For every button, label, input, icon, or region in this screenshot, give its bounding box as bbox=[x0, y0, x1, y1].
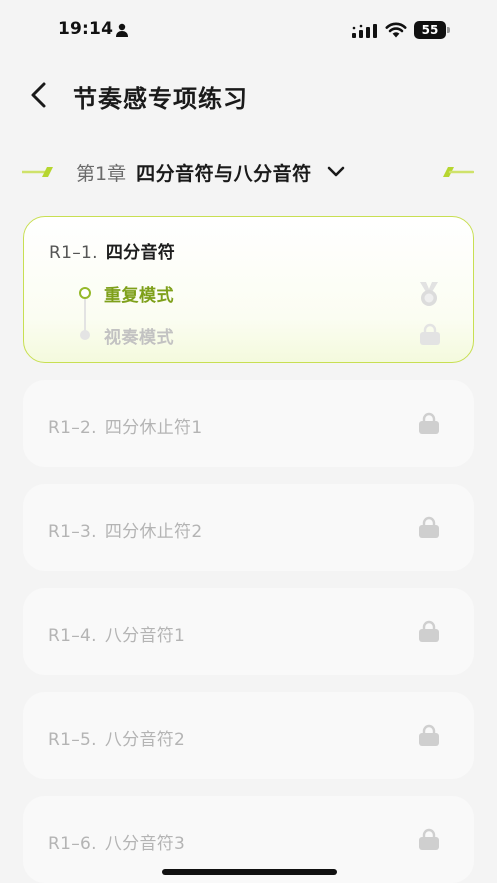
lesson-card-r1-4[interactable]: R1–4. 八分音符1 bbox=[23, 588, 474, 675]
lesson-code: R1–3. bbox=[48, 522, 97, 542]
lesson-code: R1–4. bbox=[48, 626, 97, 646]
person-icon bbox=[116, 23, 128, 37]
lock-icon bbox=[419, 516, 439, 538]
lesson-name: 四分音符 bbox=[105, 243, 176, 263]
lock-icon bbox=[419, 412, 439, 434]
lesson-title: R1–5. 八分音符2 bbox=[48, 725, 185, 750]
battery-icon: 55 bbox=[414, 21, 450, 39]
lesson-code: R1–5. bbox=[48, 730, 97, 750]
lesson-title: R1–6. 八分音符3 bbox=[48, 829, 185, 854]
home-indicator[interactable] bbox=[162, 869, 337, 875]
screen: 19:14 55 节奏感专项练习 第1章 四分音符与八分音符 R1–1. 四分音… bbox=[0, 0, 497, 883]
lesson-card-r1-5[interactable]: R1–5. 八分音符2 bbox=[23, 692, 474, 779]
back-button[interactable] bbox=[26, 78, 56, 112]
lesson-name: 八分音符3 bbox=[104, 834, 186, 854]
lesson-card-r1-2[interactable]: R1–2. 四分休止符1 bbox=[23, 380, 474, 467]
chapter-selector[interactable]: 第1章 四分音符与八分音符 bbox=[76, 156, 346, 188]
progress-dot-current bbox=[79, 287, 91, 299]
status-bar: 19:14 55 bbox=[0, 0, 497, 60]
lesson-name: 八分音符2 bbox=[104, 730, 186, 750]
lock-icon bbox=[419, 620, 439, 642]
lesson-card-r1-3[interactable]: R1–3. 四分休止符2 bbox=[23, 484, 474, 571]
lesson-code: R1–2. bbox=[48, 418, 97, 438]
slash-deco-icon bbox=[443, 167, 474, 177]
chevron-left-icon bbox=[31, 82, 46, 108]
mode-sight-reading[interactable]: 视奏模式 bbox=[104, 321, 174, 349]
mode-label: 重复模式 bbox=[104, 285, 174, 306]
lesson-title: R1–3. 四分休止符2 bbox=[48, 517, 202, 542]
status-time: 19:14 bbox=[58, 19, 114, 39]
progress-connector bbox=[84, 299, 86, 333]
battery-level: 55 bbox=[421, 23, 439, 37]
wifi-icon bbox=[385, 22, 407, 38]
slash-deco-icon bbox=[22, 167, 53, 177]
progress-dot-locked bbox=[80, 330, 90, 340]
lesson-name: 八分音符1 bbox=[104, 626, 186, 646]
signal-icon bbox=[352, 24, 377, 38]
lesson-name: 四分休止符1 bbox=[104, 418, 203, 438]
chapter-number: 第1章 bbox=[76, 162, 127, 185]
lesson-name: 四分休止符2 bbox=[104, 522, 203, 542]
mode-label: 视奏模式 bbox=[104, 327, 174, 348]
lock-icon bbox=[419, 724, 439, 746]
mode-repeat[interactable]: 重复模式 bbox=[104, 279, 174, 307]
lesson-title: R1–4. 八分音符1 bbox=[48, 621, 185, 646]
lesson-title: R1–2. 四分休止符1 bbox=[48, 413, 202, 438]
medal-icon bbox=[420, 282, 438, 306]
lesson-title: R1–1. 四分音符 bbox=[49, 238, 175, 263]
lesson-code: R1–1. bbox=[49, 243, 98, 263]
chapter-row: 第1章 四分音符与八分音符 bbox=[0, 150, 497, 194]
lesson-code: R1–6. bbox=[48, 834, 97, 854]
page-title: 节奏感专项练习 bbox=[73, 85, 248, 113]
chapter-name: 四分音符与八分音符 bbox=[136, 162, 312, 185]
lock-icon bbox=[419, 828, 439, 850]
lesson-card-r1-1[interactable]: R1–1. 四分音符 重复模式 视奏模式 bbox=[23, 216, 474, 363]
lock-icon bbox=[420, 323, 440, 345]
chevron-down-icon bbox=[327, 166, 344, 177]
